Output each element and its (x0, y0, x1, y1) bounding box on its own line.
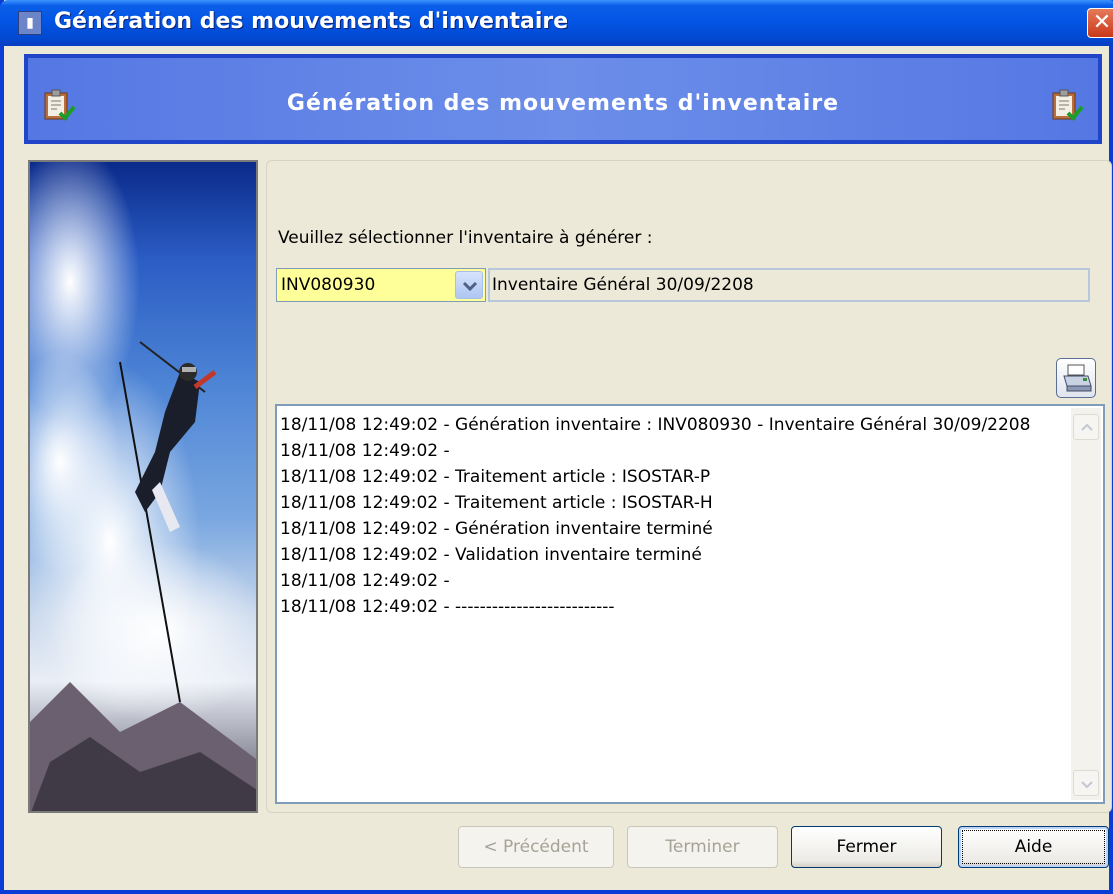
inventory-description-field: Inventaire Général 30/09/2208 (488, 268, 1090, 302)
log-line: 18/11/08 12:49:02 - (280, 571, 456, 591)
printer-icon (1063, 364, 1092, 392)
log-line: 18/11/08 12:49:02 - Traitement article :… (280, 467, 711, 487)
skier-illustration (28, 160, 258, 813)
log-line: 18/11/08 12:49:02 - (280, 441, 456, 461)
chevron-down-icon (462, 281, 478, 292)
inventory-code-value: INV080930 (281, 275, 376, 295)
wizard-banner: Génération des mouvements d'inventaire (24, 54, 1102, 144)
help-button[interactable]: Aide (958, 826, 1109, 868)
inventory-select[interactable]: INV080930 (276, 268, 486, 302)
inventory-prompt: Veuillez sélectionner l'inventaire à gén… (278, 228, 653, 248)
log-line: 18/11/08 12:49:02 - Génération inventair… (280, 519, 713, 539)
app-icon: ▮ (18, 11, 42, 35)
log-line: 18/11/08 12:49:02 - Génération inventair… (280, 415, 1031, 435)
dropdown-button[interactable] (455, 271, 483, 299)
log-line: 18/11/08 12:49:02 - Traitement article :… (280, 493, 713, 513)
wizard-window: ▮ Génération des mouvements d'inventaire… (0, 0, 1113, 894)
finish-button[interactable]: Terminer (627, 826, 778, 868)
skier-picture (30, 162, 256, 811)
previous-button[interactable]: < Précédent (458, 826, 614, 868)
log-line: 18/11/08 12:49:02 - --------------------… (280, 597, 615, 617)
chevron-up-icon (1081, 423, 1093, 431)
close-button[interactable]: Fermer (791, 826, 942, 868)
window-title: Génération des mouvements d'inventaire (54, 9, 569, 34)
clipboard-check-icon (1052, 89, 1084, 121)
vertical-scrollbar[interactable] (1071, 408, 1101, 800)
generation-log[interactable]: 18/11/08 12:49:02 - Génération inventair… (275, 404, 1105, 804)
log-lines: 18/11/08 12:49:02 - Génération inventair… (280, 412, 1062, 620)
print-button[interactable] (1056, 358, 1096, 398)
chevron-down-icon (1081, 781, 1093, 789)
log-line: 18/11/08 12:49:02 - Validation inventair… (280, 545, 702, 565)
banner-title: Génération des mouvements d'inventaire (286, 91, 840, 116)
close-window-button[interactable]: ✕ (1087, 8, 1113, 38)
title-bar[interactable]: ▮ Génération des mouvements d'inventaire… (0, 0, 1113, 46)
inventory-description-value: Inventaire Général 30/09/2208 (492, 275, 754, 295)
scroll-down-button[interactable] (1073, 770, 1099, 796)
scroll-up-button[interactable] (1073, 414, 1099, 440)
